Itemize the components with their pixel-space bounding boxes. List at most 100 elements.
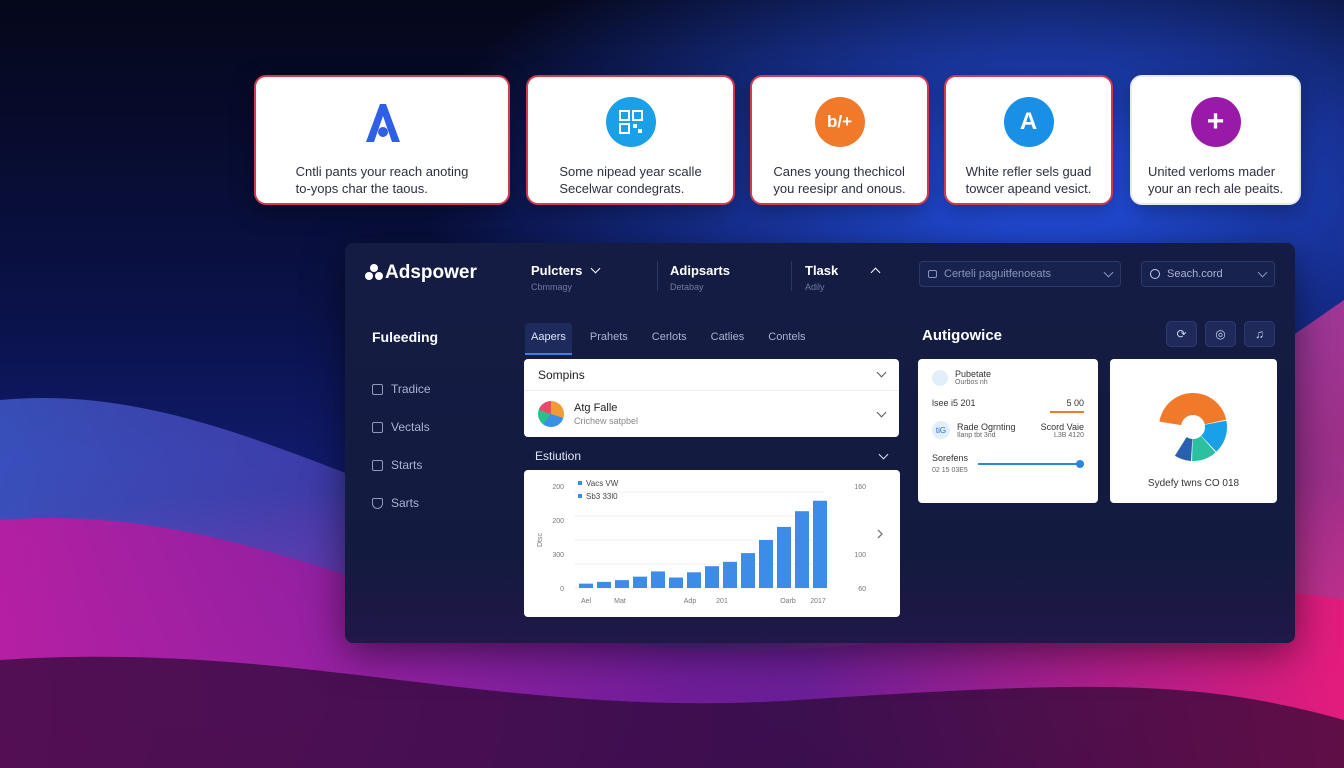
tab-catlies[interactable]: Catlies bbox=[705, 323, 751, 355]
refresh-icon: ⟳ bbox=[1176, 327, 1187, 341]
sidebar-item-starts[interactable]: Starts bbox=[372, 446, 438, 484]
x-tick-label: Adp bbox=[684, 598, 697, 605]
topnav-item-pulcters[interactable]: Pulcters Cbmmagy bbox=[531, 263, 601, 292]
search-placeholder: Seach.cord bbox=[1167, 268, 1223, 280]
app-logo[interactable]: Adspower bbox=[365, 262, 477, 284]
y-tick-label: 300 bbox=[552, 552, 564, 559]
chart-bar bbox=[669, 577, 683, 588]
x-tick-label: 2017 bbox=[810, 598, 826, 605]
chart-bar bbox=[705, 566, 719, 588]
feature-card-3[interactable]: b/+ Canes young thechicol you reesipr and… bbox=[750, 75, 929, 205]
target-button[interactable]: ◎ bbox=[1205, 321, 1236, 347]
slider[interactable] bbox=[978, 459, 1084, 468]
chart-bar bbox=[633, 576, 647, 588]
chart-bar bbox=[579, 583, 593, 588]
tab-aapers[interactable]: Aapers bbox=[525, 323, 572, 355]
card-row-subtitle: Ilanp tbt 3nd bbox=[957, 431, 996, 439]
topnav-title: Adipsarts bbox=[670, 263, 730, 278]
feature-card-line2: to-yops char the taous. bbox=[295, 181, 428, 196]
y-tick-label: 200 bbox=[552, 518, 564, 525]
search-input[interactable]: Seach.cord bbox=[1141, 261, 1275, 287]
filter-select-value: Certeli paguitfenoeats bbox=[944, 268, 1052, 280]
sidebar-item-label: Sarts bbox=[391, 496, 420, 510]
x-tick-label: Oarb bbox=[780, 598, 796, 605]
card-row-title: Sorefens bbox=[932, 453, 969, 463]
sidebar-item-vectals[interactable]: Vectals bbox=[372, 408, 438, 446]
y-axis-label: Dtsc bbox=[537, 533, 544, 548]
chevron-down-icon bbox=[876, 407, 887, 417]
y-tick-label-right: 160 bbox=[854, 484, 866, 491]
bell-icon: ♫ bbox=[1255, 327, 1264, 341]
filter-select[interactable]: Certeli paguitfenoeats bbox=[919, 261, 1121, 287]
estimation-header[interactable]: Estiution bbox=[535, 449, 889, 463]
topnav-item-tlask[interactable]: Tlask Adily bbox=[805, 263, 881, 292]
chevron-up-icon bbox=[870, 267, 881, 277]
qr-code-icon bbox=[605, 97, 656, 147]
feature-card-line1: Cntli pants your reach anoting bbox=[295, 164, 469, 179]
tab-bar: Aapers Prahets Cerlots Catlies Contels bbox=[525, 323, 824, 355]
chart-bar bbox=[813, 500, 827, 588]
sidebar-item-sarts[interactable]: Sarts bbox=[372, 484, 438, 522]
search-icon bbox=[1150, 269, 1160, 279]
feature-card-5[interactable]: + United verloms mader your an rech ale p… bbox=[1130, 75, 1301, 205]
card-row-value: 5 00 bbox=[1066, 398, 1084, 408]
tab-contels[interactable]: Contels bbox=[762, 323, 811, 355]
letter-a-icon bbox=[352, 97, 412, 147]
lock-icon bbox=[928, 270, 937, 278]
chevron-down-icon bbox=[876, 367, 887, 378]
card-row-subtitle: 02 15 03E5 bbox=[932, 467, 968, 474]
chart-bar bbox=[597, 581, 611, 588]
legend-label: Vacs VW bbox=[586, 479, 619, 488]
avatar bbox=[538, 401, 564, 427]
sidebar-heading: Fuleeding bbox=[372, 329, 439, 345]
legend-label: Sb3 33l0 bbox=[586, 492, 618, 501]
topnav-subtitle: Cbmmagy bbox=[531, 282, 573, 292]
refresh-button[interactable]: ⟳ bbox=[1166, 321, 1197, 347]
feature-card-line2: towcer apeand vesict. bbox=[965, 181, 1092, 196]
y-tick-label: 200 bbox=[552, 484, 564, 491]
legend-swatch bbox=[578, 494, 582, 498]
y-tick-label-right: 60 bbox=[858, 586, 866, 593]
accordion-title: Sompins bbox=[538, 367, 585, 382]
feature-card-1[interactable]: Cntli pants your reach anoting to-yops ch… bbox=[254, 75, 510, 205]
chart-icon bbox=[372, 459, 383, 471]
letter-a-circle-icon: A bbox=[1003, 97, 1054, 147]
document-icon bbox=[932, 369, 948, 386]
status-card: Pubetate Ourbos nh lsee i5 201 5 00 tiG … bbox=[918, 359, 1098, 503]
topnav-subtitle: Adily bbox=[805, 282, 825, 292]
tab-cerlots[interactable]: Cerlots bbox=[646, 323, 693, 355]
feature-card-2[interactable]: Some nipead year scalle Secelwar condegra… bbox=[526, 75, 735, 205]
grid-icon bbox=[372, 421, 383, 433]
donut-segment bbox=[1159, 393, 1227, 426]
shield-icon bbox=[372, 497, 383, 509]
sidebar-item-tradice[interactable]: Tradice bbox=[372, 370, 438, 408]
card-row-title: Rade Ogrnting bbox=[957, 421, 1016, 432]
tab-prahets[interactable]: Prahets bbox=[584, 323, 634, 355]
accordion-header[interactable]: Sompins bbox=[524, 359, 899, 391]
topnav-item-adipsarts[interactable]: Adipsarts Detabay bbox=[670, 263, 730, 292]
card-row-title: Pubetate bbox=[955, 369, 992, 379]
chart-bar bbox=[615, 580, 629, 588]
chart-bar bbox=[777, 526, 791, 588]
card-row-value: L3B 4120 bbox=[1054, 431, 1084, 439]
feature-card-line2: Secelwar condegrats. bbox=[559, 181, 685, 196]
sidebar: Fuleeding Tradice Vectals Starts Sarts bbox=[372, 329, 438, 522]
slider-handle[interactable] bbox=[1076, 459, 1084, 468]
right-panel-title: Autigowice bbox=[922, 327, 1003, 344]
chart-bar bbox=[723, 561, 737, 588]
topnav-subtitle: Detabay bbox=[670, 282, 704, 292]
card-row-label: lsee i5 201 bbox=[932, 398, 976, 408]
feature-card-line1: United verloms mader bbox=[1147, 164, 1276, 179]
bell-button[interactable]: ♫ bbox=[1244, 321, 1275, 347]
topnav-title: Pulcters bbox=[531, 263, 583, 278]
x-tick-label: Mat bbox=[614, 598, 626, 605]
card-row-value: Scord Vaie bbox=[1040, 421, 1084, 432]
chart-bar bbox=[759, 540, 773, 588]
user-row[interactable]: Atg Falle Crichew satpbel bbox=[524, 391, 899, 437]
y-tick-label: 0 bbox=[560, 586, 564, 593]
chart-bar bbox=[741, 553, 755, 588]
by-plus-icon: b/+ bbox=[814, 97, 865, 147]
feature-card-4[interactable]: A White refler sels guad towcer apeand ve… bbox=[944, 75, 1113, 205]
chart-bar bbox=[795, 511, 809, 588]
chevron-down-icon bbox=[1257, 267, 1268, 277]
